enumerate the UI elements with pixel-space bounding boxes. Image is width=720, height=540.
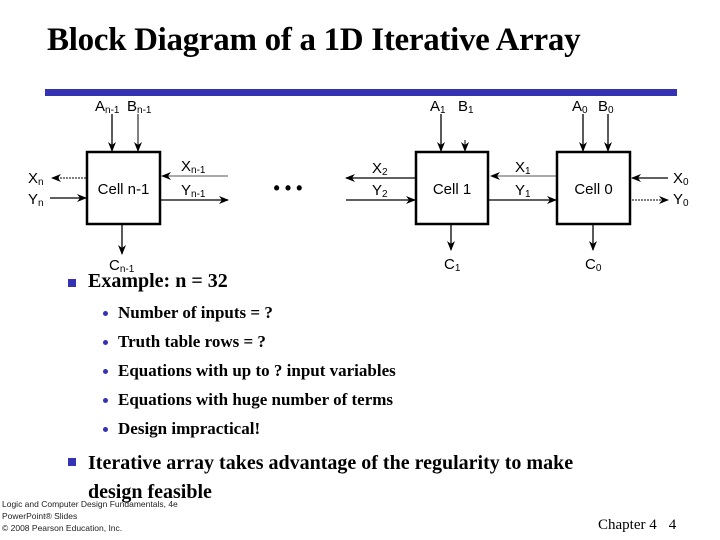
footer-credits: Logic and Computer Design Fundamentals, … xyxy=(2,498,178,534)
square-bullet-icon xyxy=(68,458,76,466)
y1-label: Y1 xyxy=(515,182,531,200)
b-input-label: Bn-1 xyxy=(127,98,152,116)
cell-label: Cell 0 xyxy=(574,181,612,198)
footer-slides-label: PowerPoint® Slides xyxy=(2,511,78,521)
y2-label: Y2 xyxy=(372,182,388,200)
dot-bullet-icon xyxy=(103,340,108,345)
a-input-label: A0 xyxy=(572,98,588,116)
b-input-label: B1 xyxy=(458,98,474,116)
dot-bullet-icon xyxy=(103,369,108,374)
cell-label: Cell n-1 xyxy=(98,181,150,198)
a-input-label: An-1 xyxy=(95,98,120,116)
footer-chapter: Chapter 4 4 xyxy=(598,517,676,534)
dot-bullet-icon xyxy=(103,427,108,432)
title-divider xyxy=(45,89,677,96)
iterative-array-diagram: Cell n-1 An-1 Bn-1 Cn-1 Xn Yn Xn-1 Yn-1 … xyxy=(28,98,689,275)
square-bullet-icon xyxy=(68,279,76,287)
a-input-label: A1 xyxy=(430,98,446,116)
dot-bullet-icon xyxy=(103,311,108,316)
xn-1-label: Xn-1 xyxy=(181,158,206,176)
c-output-label: C0 xyxy=(585,256,602,274)
ellipsis: • • • xyxy=(274,178,303,198)
footer-copyright: © 2008 Pearson Education, Inc. xyxy=(2,523,123,533)
slide-title: Block Diagram of a 1D Iterative Array xyxy=(47,22,581,58)
c-output-label: C1 xyxy=(444,256,461,274)
x2-label: X2 xyxy=(372,160,388,178)
yn-label: Yn xyxy=(28,191,44,209)
bullet-text: Example: n = 32 xyxy=(88,270,228,292)
cell-1: Cell 1 A1 B1 C1 xyxy=(414,98,490,274)
x0-label: X0 xyxy=(673,170,689,188)
dot-bullet-icon xyxy=(103,398,108,403)
y0-label: Y0 xyxy=(673,191,689,209)
cell-n-minus-1: Cell n-1 An-1 Bn-1 Cn-1 xyxy=(85,98,162,275)
xn-label: Xn xyxy=(28,170,44,188)
b-input-label: B0 xyxy=(598,98,614,116)
chapter-label: Chapter 4 xyxy=(598,517,657,533)
x1-label: X1 xyxy=(515,159,531,177)
cell-0: Cell 0 A0 B0 C0 xyxy=(555,98,632,274)
yn-1-label: Yn-1 xyxy=(181,182,206,200)
page-number: 4 xyxy=(668,517,677,533)
footer-book-title: Logic and Computer Design Fundamentals, … xyxy=(2,499,178,509)
cell-label: Cell 1 xyxy=(433,181,471,198)
